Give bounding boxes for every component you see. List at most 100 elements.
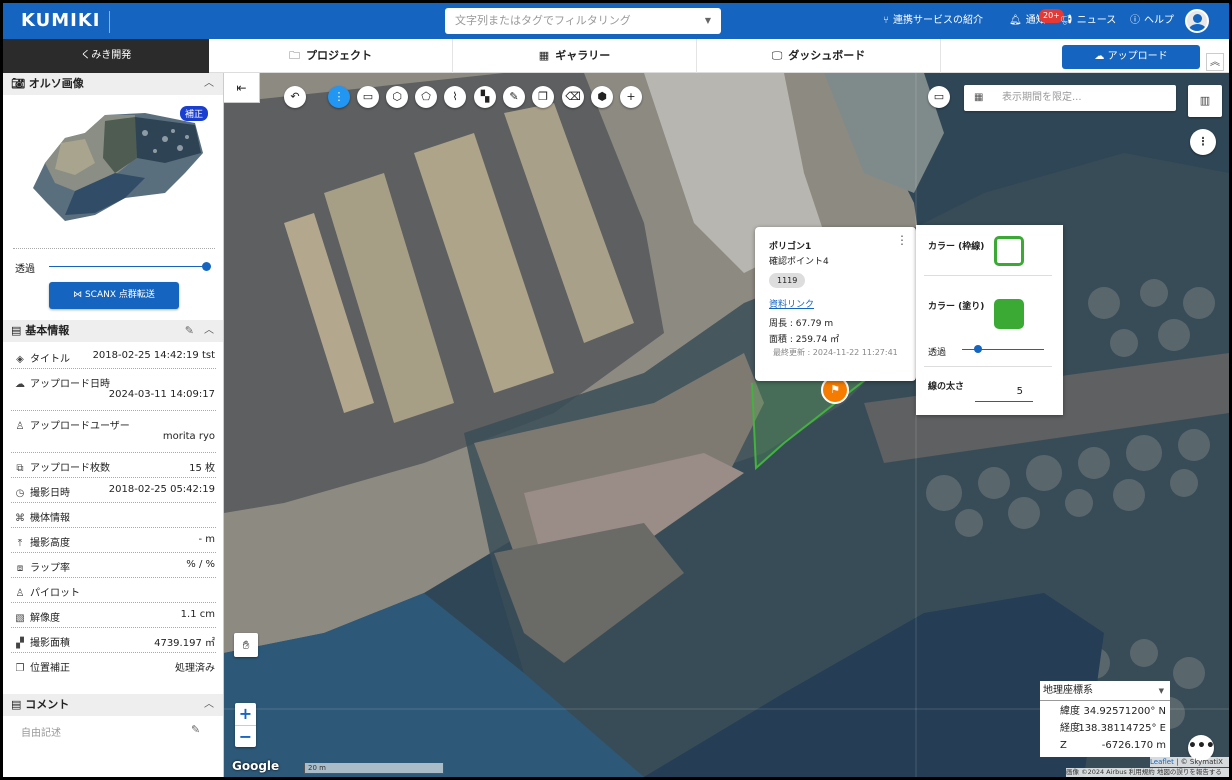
info-value: 4739.197 ㎡: [154, 638, 215, 649]
info-row-upload-user: ♙ アップロードユーザー morita ryo: [3, 411, 223, 453]
chevron-up-icon[interactable]: ︿: [204, 320, 214, 342]
cloud-upload-icon: ☁︎: [15, 379, 25, 390]
search-placeholder: 文字列またはタグでフィルタリング: [455, 14, 631, 27]
date-placeholder: 表示期間を限定...: [1002, 92, 1082, 103]
info-value: 2018-02-25 05:42:19: [108, 484, 215, 495]
zoom-control: + −: [235, 703, 256, 747]
divider: [13, 248, 215, 249]
line-width-input[interactable]: 5: [975, 386, 1033, 402]
info-row-aircraft: ⌘ 機体情報: [3, 503, 223, 528]
info-value: 2018-02-25 14:42:19 tst: [92, 350, 215, 361]
pencil-icon[interactable]: ✎: [185, 320, 194, 342]
zoom-in-button[interactable]: +: [235, 703, 256, 725]
document-link[interactable]: 資料リンク: [769, 297, 814, 310]
info-label: タイトル: [30, 354, 70, 365]
undo-icon[interactable]: ↶: [284, 86, 306, 108]
coord-row-lat: 緯度 34.92571200° N: [1040, 703, 1170, 720]
fill-color-swatch[interactable]: [994, 299, 1024, 329]
eraser-icon[interactable]: ⌫: [562, 86, 584, 108]
add-icon[interactable]: +: [620, 86, 642, 108]
info-label: アップロードユーザー: [30, 421, 130, 432]
polygon-style-panel: カラー (枠線) カラー (塗り) 透過 線の太さ 5: [916, 225, 1063, 415]
info-value: 15 枚: [189, 463, 215, 474]
area-measure-icon[interactable]: ⬡: [386, 86, 408, 108]
zoom-out-button[interactable]: −: [235, 725, 256, 747]
screen-icon[interactable]: ▭: [928, 86, 950, 108]
app-frame: KUMIKI 文字列またはタグでフィルタリング ▼ ⑂ 連携サービスの紹介 🔔︎ 通…: [3, 3, 1229, 777]
info-value: morita ryo: [162, 431, 215, 442]
copy-icon[interactable]: ❐: [532, 86, 554, 108]
scanx-transfer-button[interactable]: ⋈ SCANX 点群転送: [49, 282, 179, 309]
monitor-icon: 🖵: [771, 49, 783, 62]
polyline-icon[interactable]: ⌇: [444, 86, 466, 108]
collapse-sidebar-button[interactable]: ⇤: [224, 73, 260, 103]
news-link[interactable]: 📢︎ ニュース: [1060, 3, 1116, 39]
chevron-down-icon[interactable]: ▼: [705, 8, 711, 34]
google-logo: Google: [232, 759, 280, 773]
more-vert-icon[interactable]: ⋮: [896, 233, 908, 247]
map-view[interactable]: ⇤ ↶ ⋮ ▭ ⬡ ⬠ ⌇ ▚ ✎ ❐ ⌫ ⬢ + ▭ ▦ 表示期間を限定...…: [224, 73, 1229, 777]
info-row-pilot: ♙ パイロット: [3, 578, 223, 603]
chevron-up-icon[interactable]: ︿: [204, 73, 214, 95]
coord-key: Z: [1060, 740, 1067, 751]
tab-gallery[interactable]: ▦ ギャラリー: [453, 39, 697, 73]
ortho-opacity-slider[interactable]: [49, 266, 207, 267]
comment-placeholder[interactable]: 自由記述: [21, 724, 61, 739]
map-layer-icon[interactable]: ▥: [1188, 85, 1222, 117]
outline-color-swatch[interactable]: [994, 236, 1024, 266]
user-avatar[interactable]: [1185, 9, 1209, 33]
overlap-icon: ⧈: [16, 563, 24, 574]
leaflet-link[interactable]: Leaflet: [1150, 758, 1174, 766]
perimeter-text: 周長 : 67.79 m: [769, 319, 834, 329]
polygon-icon[interactable]: ⬠: [415, 86, 437, 108]
ortho-section-header[interactable]: 📷︎ オルソ画像 ︿: [3, 73, 223, 95]
ruler-icon[interactable]: ▭: [357, 86, 379, 108]
tab-project[interactable]: 🗀 プロジェクト: [209, 39, 453, 73]
user-icon: ♙: [15, 588, 25, 599]
user-icon: ♙: [15, 421, 25, 432]
scanx-icon: ⋈: [73, 290, 85, 300]
help-link[interactable]: ⓘ ヘルプ: [1130, 3, 1174, 39]
filter-search-input[interactable]: 文字列またはタグでフィルタリング ▼: [445, 8, 721, 34]
fill-opacity-handle[interactable]: [974, 345, 983, 353]
basic-info-section-header[interactable]: ▤ 基本情報 ✎ ︿: [3, 320, 223, 342]
collapse-header-button[interactable]: ︽: [1206, 53, 1224, 71]
grid-icon: ▦: [538, 49, 550, 62]
tab-label: ダッシュボード: [788, 49, 866, 62]
map-attribution-google[interactable]: 画像 ©2024 Airbus 利用規約 地図の誤りを報告する: [1066, 768, 1229, 777]
area-text: 面積 : 259.74 ㎡: [769, 335, 840, 345]
bell-icon: 🔔︎: [1009, 15, 1022, 26]
scanx-label: SCANX 点群転送: [84, 290, 155, 300]
org-name[interactable]: くみき開発: [3, 39, 209, 73]
comment-section-header[interactable]: ▤ コメント ︿: [3, 694, 223, 716]
app-logo[interactable]: KUMIKI: [21, 10, 101, 31]
logo-divider: [109, 11, 110, 33]
chevron-up-icon[interactable]: ︿: [204, 694, 214, 716]
info-value: 1.1 cm: [180, 609, 215, 620]
tag-chip[interactable]: 1119: [769, 273, 806, 288]
info-row-altitude: ⤒ 撮影高度 - m: [3, 528, 223, 553]
ortho-thumbnail[interactable]: [25, 103, 211, 223]
fill-opacity-label: 透過: [928, 348, 947, 358]
date-range-input[interactable]: ▦ 表示期間を限定...: [964, 85, 1176, 111]
tab-dashboard[interactable]: 🖵 ダッシュボード: [697, 39, 941, 73]
ortho-opacity-handle[interactable]: [202, 262, 211, 271]
line-width-label: 線の太さ: [928, 382, 965, 392]
cube-icon[interactable]: ⬢: [591, 86, 613, 108]
calendar-icon: ▦: [974, 92, 984, 103]
pencil-icon[interactable]: ✎: [191, 723, 200, 736]
chevron-down-icon[interactable]: ▼: [1159, 681, 1164, 701]
menu-dots-icon[interactable]: ⋮: [328, 86, 350, 108]
correction-badge: 補正: [180, 106, 209, 121]
hand-icon[interactable]: ✋︎: [234, 633, 258, 657]
upload-button[interactable]: ☁︎ アップロード: [1062, 45, 1200, 69]
more-vert-icon[interactable]: ⋮: [1190, 129, 1216, 155]
basic-info-title: 基本情報: [25, 324, 70, 337]
info-value: % / %: [186, 559, 215, 570]
grid-layout-icon[interactable]: ▚: [474, 86, 496, 108]
coordinate-system-select[interactable]: 地理座標系 ▼: [1040, 681, 1170, 701]
services-link[interactable]: ⑂ 連携サービスの紹介: [883, 3, 983, 39]
edit-icon[interactable]: ✎: [503, 86, 525, 108]
info-value: - m: [198, 534, 215, 545]
coord-value: 138.38114725° E: [1078, 723, 1166, 734]
